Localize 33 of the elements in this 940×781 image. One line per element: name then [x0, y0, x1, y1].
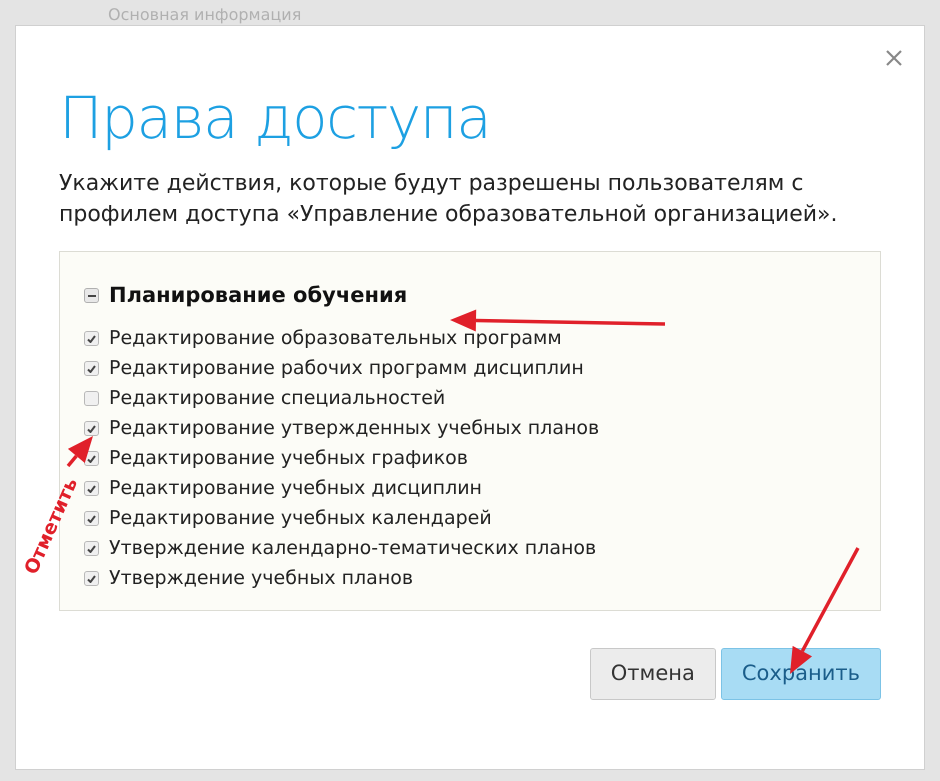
permission-label: Утверждение учебных планов — [109, 566, 414, 592]
dialog-title: Права доступа — [59, 86, 492, 150]
checkbox[interactable] — [84, 481, 99, 496]
permission-label: Редактирование специальностей — [109, 386, 446, 412]
save-button[interactable]: Сохранить — [720, 648, 881, 700]
dialog-description: Укажите действия, которые будут разрешены пользователям с профилем доступа «Управление образовательной организацией». — [59, 170, 839, 229]
close-icon — [885, 49, 903, 67]
check-icon — [87, 484, 96, 492]
checkbox[interactable] — [84, 361, 99, 376]
checkbox[interactable] — [84, 391, 99, 406]
permission-label: Редактирование утвержденных учебных планов — [109, 416, 600, 442]
checkbox[interactable] — [84, 571, 99, 586]
checkbox[interactable] — [84, 541, 99, 556]
permission-label: Редактирование рабочих программ дисциплин — [109, 356, 584, 382]
cancel-button[interactable]: Отмена — [590, 648, 716, 700]
checkbox[interactable] — [84, 511, 99, 526]
annotation-arrow — [66, 436, 93, 468]
collapse-toggle[interactable] — [84, 288, 99, 304]
checkbox[interactable] — [84, 331, 99, 346]
check-icon — [87, 544, 96, 552]
group-title: Планирование обучения — [109, 282, 408, 309]
check-icon — [87, 454, 96, 462]
check-icon — [87, 364, 96, 372]
check-icon — [87, 574, 96, 582]
check-icon — [87, 514, 96, 522]
check-icon — [87, 424, 96, 432]
checkbox[interactable] — [84, 421, 99, 436]
permission-label: Утверждение календарно-тематических планов — [109, 536, 596, 562]
permission-label: Редактирование учебных дисциплин — [109, 476, 482, 502]
check-icon — [87, 334, 96, 342]
permission-label: Редактирование учебных графиков — [109, 446, 468, 472]
permission-label: Редактирование образовательных программ — [109, 326, 562, 352]
permission-label: Редактирование учебных календарей — [109, 506, 492, 532]
